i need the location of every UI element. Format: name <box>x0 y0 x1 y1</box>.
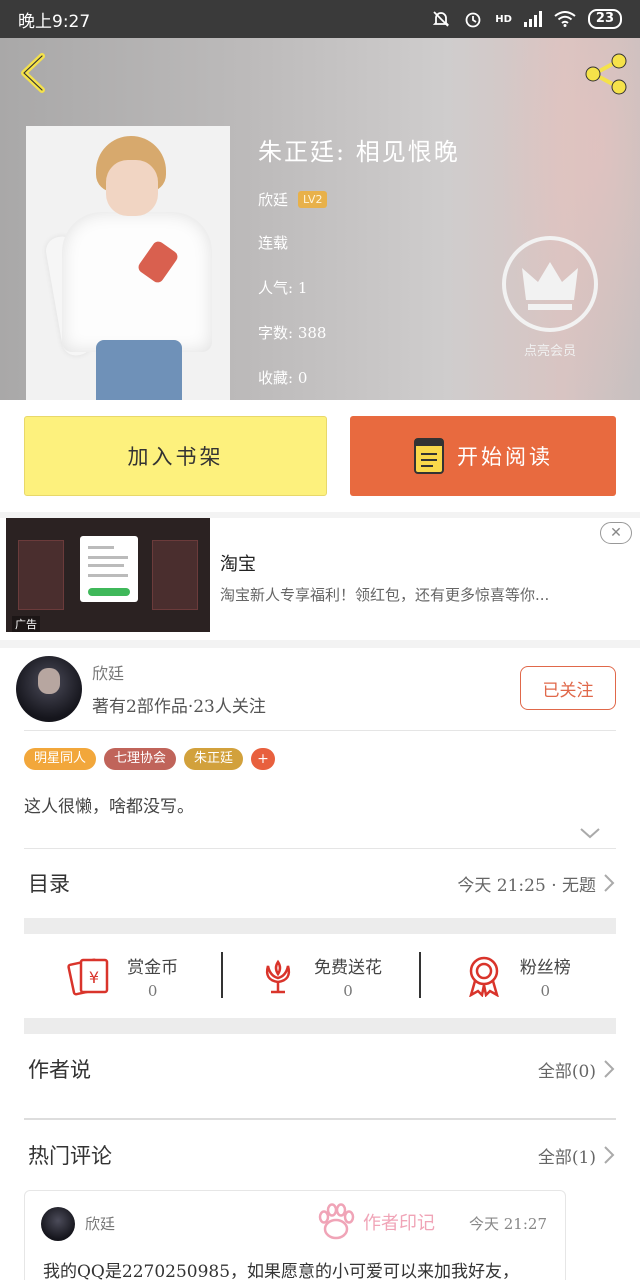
comment-time: 今天 21:27 <box>469 1215 547 1233</box>
book-header: 朱正廷: 相见恨晚 欣廷 LV2 连载 人气: 1 字数: 388 收藏: 0 … <box>0 38 640 400</box>
reward-coin-button[interactable]: ¥ 赏金币 0 <box>24 934 221 1018</box>
stat-value: 0 <box>147 981 158 1000</box>
signal-icon <box>523 11 542 27</box>
hot-comments-row[interactable]: 热门评论 全部(1) <box>24 1120 616 1190</box>
ad-banner: 广告 淘宝 淘宝新人专享福利！领红包，还有更多惊喜等你... ✕ <box>0 512 640 648</box>
network-type: HD <box>495 13 512 25</box>
svg-text:¥: ¥ <box>89 968 99 987</box>
catalog-title: 目录 <box>28 872 70 896</box>
add-to-shelf-label: 加入书架 <box>127 445 224 469</box>
avatar[interactable] <box>16 656 82 722</box>
share-icon[interactable] <box>582 52 630 96</box>
author-says-title: 作者说 <box>28 1058 91 1082</box>
vip-label: 点亮会员 <box>523 344 576 359</box>
book-author[interactable]: 欣廷 <box>258 189 288 210</box>
ad-tag: 广告 <box>12 616 40 632</box>
fan-ranking-button[interactable]: 粉丝榜 0 <box>418 934 616 1018</box>
crown-icon <box>502 236 598 332</box>
back-arrow-icon[interactable] <box>14 50 54 96</box>
ad-close-button[interactable]: ✕ <box>600 522 632 544</box>
author-stamp-badge: 作者印记 <box>315 1201 435 1243</box>
author-says-row[interactable]: 作者说 全部(0) <box>24 1034 616 1104</box>
main-content: 欣廷 著有2部作品·23人关注 已关注 明星同人 七理协会 朱正廷 + 这人很懒… <box>0 648 640 1280</box>
add-tag-button[interactable]: + <box>251 748 276 770</box>
battery-indicator: 23 <box>587 9 622 29</box>
start-reading-button[interactable]: 开始阅读 <box>350 416 616 496</box>
comment-author[interactable]: 欣廷 <box>85 1213 115 1234</box>
stat-label: 粉丝榜 <box>519 957 571 978</box>
stat-label: 赏金币 <box>127 957 179 978</box>
section-gap <box>24 1018 616 1034</box>
tag-item[interactable]: 七理协会 <box>104 748 177 770</box>
book-word-count: 字数: 388 <box>258 324 327 342</box>
stat-label: 免费送花 <box>313 957 382 978</box>
author-stamp-label: 作者印记 <box>363 1213 435 1234</box>
ad-title: 淘宝 <box>220 554 256 575</box>
chevron-right-icon <box>604 874 615 892</box>
book-title: 朱正廷: 相见恨晚 <box>258 138 460 166</box>
comment-text: 我的QQ是2270250985，如果愿意的小可爱可以来加我好友， <box>43 1262 520 1280</box>
ad-image[interactable]: 广告 <box>6 518 210 632</box>
tag-list: 明星同人 七理协会 朱正廷 + <box>24 748 276 770</box>
vip-button[interactable]: 点亮会员 <box>500 234 600 359</box>
hot-comments-all: 全部(1) <box>537 1147 596 1168</box>
book-cover-image[interactable] <box>26 126 230 400</box>
comment-card[interactable]: 欣廷 作者印记 今天 21:27 我的QQ是2270250985，如果愿意的小可… <box>24 1190 566 1280</box>
follow-button[interactable]: 已关注 <box>520 666 616 710</box>
stats-bar: ¥ 赏金币 0 免费送花 0 粉丝榜 0 <box>24 934 616 1018</box>
stat-value: 0 <box>540 981 551 1000</box>
send-flower-button[interactable]: 免费送花 0 <box>221 934 418 1018</box>
book-info: 朱正廷: 相见恨晚 欣廷 LV2 连载 人气: 1 字数: 388 收藏: 0 <box>258 132 460 400</box>
catalog-latest: 今天 21:25 · 无题 <box>457 875 596 896</box>
author-bio: 这人很懒，啥都没写。 <box>24 797 194 817</box>
book-status: 连载 <box>258 234 289 252</box>
divider <box>24 730 616 731</box>
alarm-icon <box>465 12 481 28</box>
add-to-shelf-button[interactable]: 加入书架 <box>24 416 327 496</box>
book-favorites: 收藏: 0 <box>258 369 308 387</box>
tag-item[interactable]: 朱正廷 <box>184 748 244 770</box>
avatar[interactable] <box>41 1207 75 1241</box>
ad-content[interactable]: 广告 淘宝 淘宝新人专享福利！领红包，还有更多惊喜等你... ✕ <box>0 518 640 640</box>
wifi-icon <box>554 11 576 27</box>
catalog-row[interactable]: 目录 今天 21:25 · 无题 <box>24 848 616 918</box>
book-author-row: 欣廷 LV2 <box>258 189 460 210</box>
flower-icon <box>265 959 291 994</box>
hot-comments-title: 热门评论 <box>28 1144 112 1168</box>
status-time: 晚上9:27 <box>18 11 91 32</box>
action-bar: 加入书架 开始阅读 <box>0 400 640 512</box>
coin-envelope-icon: ¥ <box>67 958 109 996</box>
hot-comments-meta: 全部(1) <box>538 1143 616 1168</box>
stat-value: 0 <box>343 981 353 1000</box>
author-name[interactable]: 欣廷 <box>92 660 124 684</box>
catalog-meta: 今天 21:25 · 无题 <box>457 871 616 896</box>
tag-item[interactable]: 明星同人 <box>24 748 97 770</box>
book-icon <box>414 438 444 474</box>
author-stats: 著有2部作品·23人关注 <box>92 697 266 717</box>
close-icon: ✕ <box>610 525 622 541</box>
status-bar: 晚上9:27 HD 23 <box>0 0 640 38</box>
author-card: 欣廷 著有2部作品·23人关注 已关注 <box>16 656 616 730</box>
ad-description: 淘宝新人专享福利！领红包，还有更多惊喜等你... <box>220 586 550 604</box>
author-says-all: 全部(0) <box>537 1061 596 1082</box>
paw-icon <box>318 1203 355 1240</box>
status-icons: HD 23 <box>431 9 622 29</box>
chevron-down-icon[interactable] <box>578 824 602 842</box>
author-level-badge: LV2 <box>298 191 328 208</box>
author-says-meta: 全部(0) <box>538 1057 616 1082</box>
chevron-right-icon <box>604 1060 615 1078</box>
start-reading-label: 开始阅读 <box>457 445 553 469</box>
medal-icon <box>468 956 499 997</box>
chevron-right-icon <box>604 1146 615 1164</box>
bell-muted-icon <box>433 11 450 27</box>
section-gap <box>24 918 616 934</box>
book-popularity: 人气: 1 <box>258 279 308 297</box>
